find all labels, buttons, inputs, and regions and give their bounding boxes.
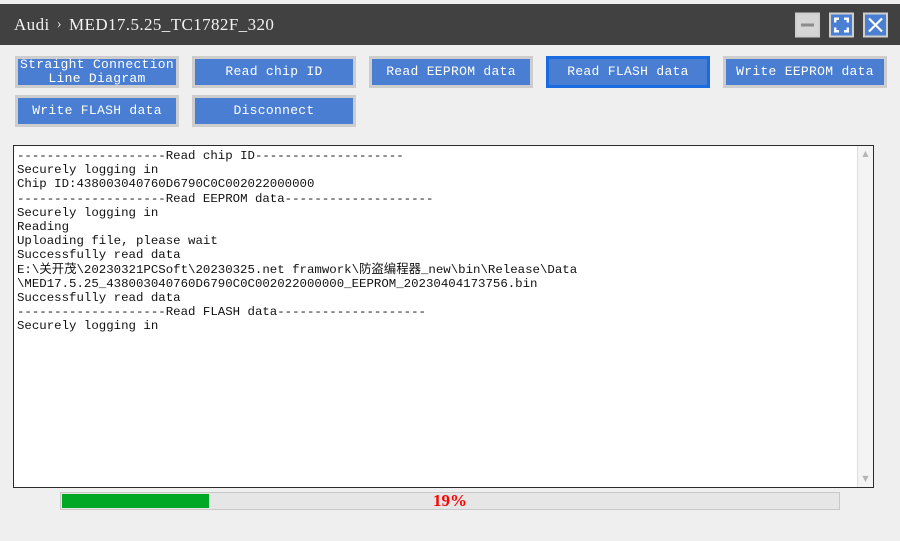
breadcrumb-separator-icon: ›	[56, 16, 63, 32]
log-output-text[interactable]: --------------------Read chip ID--------…	[14, 146, 857, 487]
straight-connection-line-diagram-button[interactable]: Straight Connection Line Diagram	[15, 56, 179, 88]
maximize-button[interactable]	[829, 12, 854, 37]
toolbar-row-1: Straight Connection Line Diagram Read ch…	[15, 56, 887, 88]
read-chip-id-button[interactable]: Read chip ID	[192, 56, 356, 88]
breadcrumb-root[interactable]: Audi	[14, 15, 50, 35]
log-output-panel: --------------------Read chip ID--------…	[13, 145, 874, 488]
minimize-button[interactable]	[795, 12, 820, 37]
scroll-down-arrow-icon[interactable]: ▼	[858, 472, 873, 486]
maximize-icon	[834, 17, 849, 32]
breadcrumb-current: MED17.5.25_TC1782F_320	[69, 14, 275, 34]
progress-bar: 19%	[60, 491, 840, 510]
close-icon	[868, 17, 883, 32]
action-toolbar: Straight Connection Line Diagram Read ch…	[0, 46, 900, 130]
disconnect-button[interactable]: Disconnect	[192, 95, 356, 127]
progress-bar-label: 19%	[433, 491, 467, 510]
toolbar-row-2: Write FLASH data Disconnect	[15, 95, 356, 127]
log-scrollbar[interactable]: ▲ ▼	[857, 146, 873, 487]
read-eeprom-data-button[interactable]: Read EEPROM data	[369, 56, 533, 88]
window-controls	[795, 12, 888, 37]
write-flash-data-button[interactable]: Write FLASH data	[15, 95, 179, 127]
scroll-up-arrow-icon[interactable]: ▲	[858, 147, 873, 161]
title-bar: Audi › MED17.5.25_TC1782F_320	[0, 4, 900, 45]
read-flash-data-button[interactable]: Read FLASH data	[546, 56, 710, 88]
minimize-icon	[801, 23, 814, 26]
write-eeprom-data-button[interactable]: Write EEPROM data	[723, 56, 887, 88]
breadcrumb: Audi › MED17.5.25_TC1782F_320	[14, 15, 274, 35]
close-button[interactable]	[863, 12, 888, 37]
